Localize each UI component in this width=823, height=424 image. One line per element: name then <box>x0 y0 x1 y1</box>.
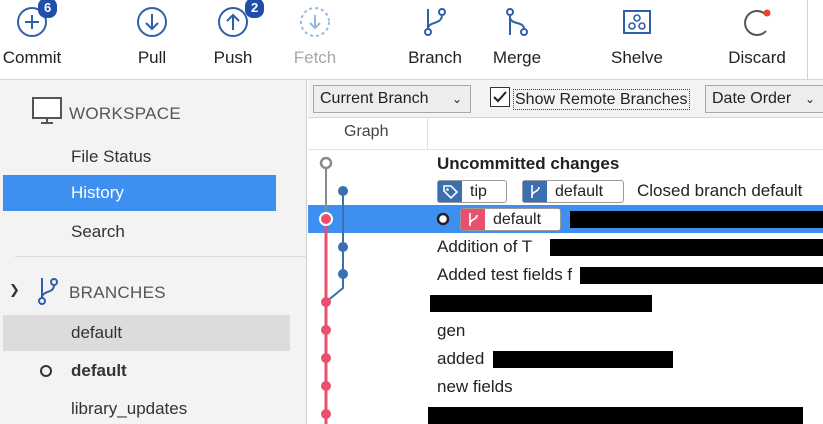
current-head-circle-icon <box>436 212 450 226</box>
branch-icon <box>424 8 446 36</box>
redacted-text <box>570 211 823 228</box>
branch-filter-dropdown[interactable]: Current Branch ⌄ <box>313 85 471 113</box>
toolbar: 6 Commit Pull 2 Push Fetch Branch Merge … <box>0 0 823 80</box>
sidebar-item-file-status[interactable]: File Status <box>3 139 276 175</box>
merge-icon <box>506 8 528 36</box>
branch-button[interactable]: Branch <box>403 0 467 78</box>
fetch-label: Fetch <box>293 48 337 67</box>
branch-badge[interactable]: default <box>460 208 561 231</box>
commit-message: Added test fields f <box>437 265 573 284</box>
commit-message: Addition of T <box>437 237 533 256</box>
sidebar-divider <box>15 256 307 257</box>
tag-icon <box>438 181 462 202</box>
graph-column-header[interactable]: Graph <box>344 123 388 141</box>
table-row[interactable]: Uncommitted changes <box>308 150 823 178</box>
push-button[interactable]: 2 Push <box>203 0 265 78</box>
branch-label: Branch <box>408 48 462 67</box>
commit-list-header: Graph <box>308 118 823 150</box>
branches-icon <box>38 278 58 305</box>
table-row[interactable]: Addition of T <box>308 233 823 261</box>
pull-label: Pull <box>137 48 167 67</box>
branch-icon <box>461 209 485 230</box>
pull-arrow-down-icon <box>137 7 167 37</box>
commit-message: Uncommitted changes <box>437 154 620 173</box>
table-row[interactable]: new fields <box>308 373 823 401</box>
commit-count-badge: 6 <box>38 0 58 18</box>
chevron-down-icon: ⌄ <box>451 92 462 106</box>
table-row[interactable]: Added test fields f <box>308 261 823 289</box>
sidebar-item-history[interactable]: History <box>3 175 276 211</box>
shelve-button[interactable]: Shelve <box>605 0 669 78</box>
table-row[interactable]: gen <box>308 317 823 345</box>
table-row[interactable]: default <box>308 205 823 233</box>
table-row[interactable]: added <box>308 345 823 373</box>
filter-bar: Current Branch ⌄ Show Remote Branches Da… <box>308 80 823 118</box>
push-label: Push <box>213 48 253 67</box>
pull-button[interactable]: Pull <box>122 0 182 78</box>
redacted-text <box>428 407 803 424</box>
table-row[interactable] <box>308 401 823 424</box>
current-branch-circle-icon <box>40 365 52 377</box>
shelve-icon <box>623 10 651 34</box>
branch-badge[interactable]: default <box>522 180 624 203</box>
sidebar-branch-default[interactable]: default <box>3 315 290 351</box>
monitor-icon <box>32 97 62 124</box>
branch-label: default <box>555 183 604 200</box>
commit-label: Commit <box>2 48 62 67</box>
commit-message: added <box>437 349 485 368</box>
redacted-text <box>550 239 823 256</box>
show-remote-label[interactable]: Show Remote Branches <box>513 89 690 110</box>
fetch-dashed-icon <box>300 7 330 37</box>
chevron-down-icon[interactable]: ❯ <box>9 282 20 298</box>
discard-icon <box>744 9 771 36</box>
order-dropdown[interactable]: Date Order ⌄ <box>705 85 823 113</box>
branch-filter-value: Current Branch <box>320 90 429 107</box>
merge-label: Merge <box>492 48 542 67</box>
fetch-button[interactable]: Fetch <box>285 0 345 78</box>
sidebar: WORKSPACE File Status History Search ❯ B… <box>0 80 307 424</box>
tag-label: tip <box>470 183 487 200</box>
sidebar-branch-library-updates[interactable]: library_updates <box>3 391 276 424</box>
show-remote-checkbox[interactable] <box>490 87 510 107</box>
push-count-badge: 2 <box>245 0 265 18</box>
redacted-text <box>493 351 673 368</box>
order-value: Date Order <box>712 90 792 107</box>
branches-heading[interactable]: BRANCHES <box>69 283 166 303</box>
sidebar-item-search[interactable]: Search <box>3 214 276 250</box>
commit-message: new fields <box>437 377 513 396</box>
redacted-text <box>430 295 652 312</box>
table-row[interactable] <box>308 289 823 317</box>
commit-message: Closed branch default <box>637 181 803 200</box>
commit-message: gen <box>437 321 466 340</box>
table-row[interactable]: tip default Closed branch default <box>308 177 823 205</box>
chevron-down-icon: ⌄ <box>804 92 815 106</box>
discard-button[interactable]: Discard <box>722 0 792 78</box>
checkmark-icon <box>493 91 507 103</box>
branch-icon <box>523 181 547 202</box>
tag-badge[interactable]: tip <box>437 180 507 203</box>
column-separator[interactable] <box>427 118 428 150</box>
shelve-label: Shelve <box>611 48 663 67</box>
workspace-heading: WORKSPACE <box>69 104 181 123</box>
commit-button[interactable]: 6 Commit <box>0 0 64 78</box>
redacted-text <box>580 267 823 284</box>
discard-label: Discard <box>728 48 786 67</box>
toolbar-divider <box>807 0 808 80</box>
branch-label: default <box>493 211 542 228</box>
commit-list: Uncommitted changes tip default Closed b… <box>308 150 823 424</box>
merge-button[interactable]: Merge <box>485 0 549 78</box>
